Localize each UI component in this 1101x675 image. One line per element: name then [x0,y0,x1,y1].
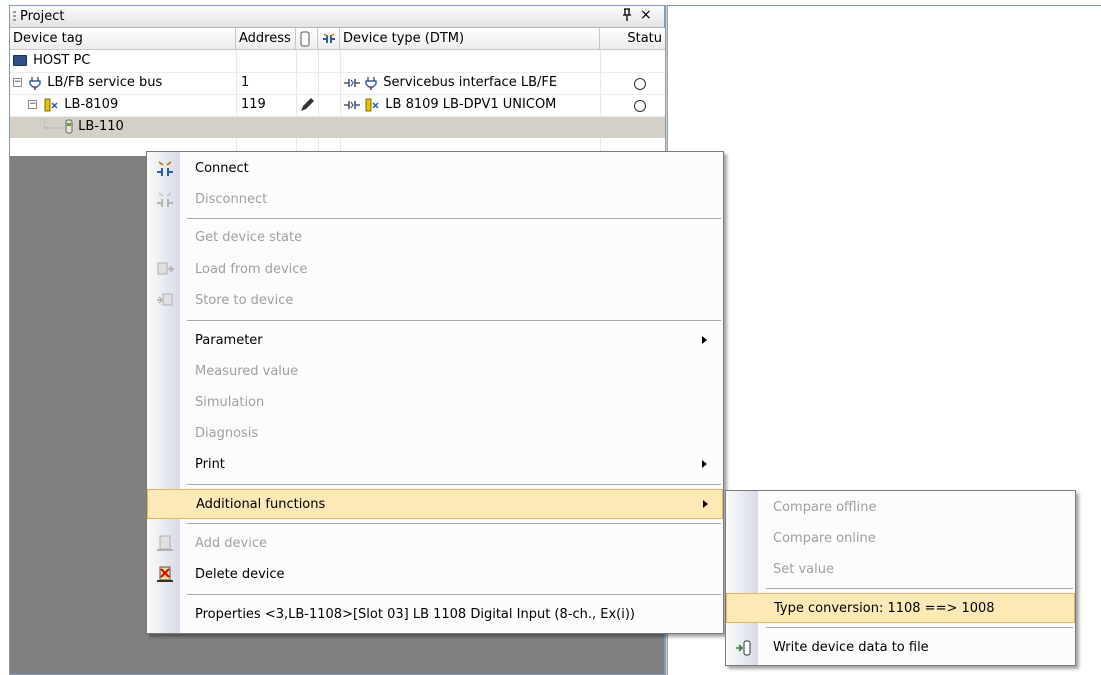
address-value: 119 [241,97,266,112]
menu-item-delete-device[interactable]: Delete device [147,560,723,590]
menu-separator [187,484,721,486]
context-menu: Connect Disconnect Get device state Load… [146,151,724,634]
device-tag: LB-8109 [64,97,119,112]
menu-item-get-device-state[interactable]: Get device state [147,223,723,253]
computer-icon [13,55,27,66]
collapse-icon[interactable]: − [28,100,37,109]
connect-icon [157,161,173,176]
submenu-item-compare-online[interactable]: Compare online [726,524,1075,554]
menu-item-add-device[interactable]: Add device [147,529,723,559]
device-tag: LB-110 [78,119,124,134]
load-from-device-icon [157,262,174,275]
tree-row-service-bus[interactable]: − LB/FB service bus 1 Servicebus interfa… [10,73,666,94]
status-icon [634,78,646,90]
close-icon[interactable]: × [640,7,652,23]
submenu-item-type-conversion[interactable]: Type conversion: 1108 ==> 1008 [726,593,1075,623]
menu-item-parameter[interactable]: Parameter [147,326,723,356]
menu-item-load-from-device[interactable]: Load from device [147,255,723,285]
store-to-device-icon [157,293,173,306]
tree-row-lb-1108[interactable]: LB-110 [10,117,666,138]
submenu-item-compare-offline[interactable]: Compare offline [726,493,1075,523]
menu-item-additional-functions[interactable]: Additional functions [147,489,723,519]
menu-item-measured-value[interactable]: Measured value [147,357,723,387]
delete-device-icon [157,566,173,582]
additional-functions-submenu: Compare offline Compare online Set value… [725,490,1076,666]
submenu-arrow-icon [702,336,707,344]
col-device-type[interactable]: Device type (DTM) [340,28,600,50]
menu-item-connect[interactable]: Connect [147,154,723,184]
device-type: LB 8109 LB-DPV1 UNICOM [385,97,557,112]
col-status[interactable]: Statu [600,28,666,50]
menu-item-store-to-device[interactable]: Store to device [147,286,723,316]
tree-row-host-pc[interactable]: HOST PC [10,51,666,72]
add-device-icon [157,535,173,551]
module-icon [44,98,58,111]
address-value: 1 [241,75,250,90]
module-icon [365,98,379,111]
plug-icon [29,76,41,90]
menu-item-print[interactable]: Print [147,450,723,480]
col-address[interactable]: Address [236,28,296,50]
project-tree: Device tag Address Device type (DTM) Sta… [10,28,666,156]
menu-separator [766,588,1073,590]
menu-separator [187,594,721,596]
project-pane-titlebar[interactable]: Project × [10,6,664,28]
column-header-row: Device tag Address Device type (DTM) Sta… [10,28,666,50]
project-pane-title: Project [20,9,65,24]
menu-item-properties[interactable]: Properties <3,LB-1108>[Slot 03] LB 1108 … [147,600,723,630]
drag-grip-icon[interactable] [13,11,16,23]
menu-item-disconnect[interactable]: Disconnect [147,185,723,215]
submenu-arrow-icon [703,500,708,508]
tree-line-icon [44,118,73,133]
menu-separator [187,320,721,322]
pencil-icon [301,97,314,111]
col-connection-icon[interactable] [318,28,340,50]
submenu-item-set-value[interactable]: Set value [726,555,1075,585]
tree-row-lb-8109[interactable]: − LB-8109 119 LB 8109 LB-DPV1 UNICOM [10,95,666,116]
menu-item-simulation[interactable]: Simulation [147,388,723,418]
submenu-item-write-device-data[interactable]: Write device data to file [726,633,1075,663]
device-tag: HOST PC [33,53,91,68]
pin-icon[interactable] [621,8,633,25]
device-tag: LB/FB service bus [47,75,163,90]
write-file-icon [736,640,751,656]
disconnect-icon [157,192,173,207]
col-device-icon[interactable] [296,28,318,50]
collapse-icon[interactable]: − [13,78,22,87]
connection-icon [344,78,360,87]
device-type: Servicebus interface LB/FE [383,75,558,90]
connection-icon [344,100,360,109]
plug-icon [365,76,377,90]
menu-separator [187,218,721,220]
menu-item-diagnosis[interactable]: Diagnosis [147,419,723,449]
col-device-tag[interactable]: Device tag [10,28,236,50]
menu-separator [766,627,1073,629]
menu-separator [187,523,721,525]
submenu-arrow-icon [702,460,707,468]
status-icon [634,100,646,112]
